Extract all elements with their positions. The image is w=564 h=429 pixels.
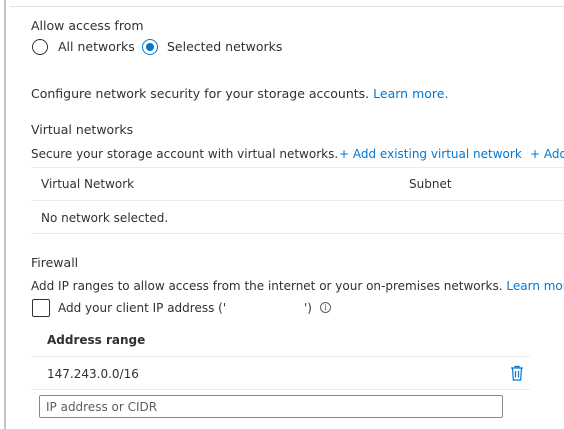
firewall-description: Add IP ranges to allow access from the i… (31, 279, 503, 293)
allow-access-heading: Allow access from (31, 18, 144, 33)
configure-text: Configure network security for your stor… (31, 86, 448, 102)
vnet-table-header-border (31, 200, 564, 201)
trash-icon[interactable] (510, 365, 524, 381)
info-icon[interactable]: i (320, 302, 331, 313)
virtual-networks-heading: Virtual networks (31, 122, 134, 137)
virtual-networks-description: Secure your storage account with virtual… (31, 147, 339, 161)
radio-all-networks-label[interactable]: All networks (58, 39, 135, 55)
networking-panel: Allow access from All networks Selected … (0, 0, 564, 429)
radio-selected-networks-label[interactable]: Selected networks (167, 39, 282, 55)
address-table-header-border (31, 356, 530, 357)
configure-learn-more-link[interactable]: Learn more. (373, 86, 448, 101)
add-new-vnet-link[interactable]: + Add (530, 146, 564, 162)
address-range-value: 147.243.0.0/16 (47, 367, 139, 381)
firewall-description-line: Add IP ranges to allow access from the i… (31, 278, 564, 294)
radio-selected-networks[interactable] (142, 39, 158, 55)
ip-address-input[interactable] (39, 395, 503, 418)
client-ip-checkbox[interactable] (32, 299, 50, 317)
vnet-column-subnet: Subnet (409, 177, 452, 191)
configure-description: Configure network security for your stor… (31, 86, 370, 101)
vnet-table-bottom-border (31, 233, 564, 234)
add-existing-vnet-link[interactable]: + Add existing virtual network (339, 146, 522, 162)
client-ip-prefix[interactable]: Add your client IP address (' (58, 300, 226, 316)
radio-all-networks[interactable] (32, 39, 48, 55)
client-ip-suffix[interactable]: ') (304, 300, 312, 316)
firewall-heading: Firewall (31, 255, 79, 270)
vnet-column-virtual-network: Virtual Network (41, 177, 135, 191)
address-range-column: Address range (47, 333, 146, 347)
scrollbar[interactable] (4, 0, 6, 429)
firewall-learn-more-link[interactable]: Learn more. (506, 279, 564, 293)
vnet-empty-text: No network selected. (41, 211, 169, 225)
vnet-table-top-border (31, 167, 564, 168)
divider (10, 6, 564, 7)
address-table-row-border (31, 389, 530, 390)
